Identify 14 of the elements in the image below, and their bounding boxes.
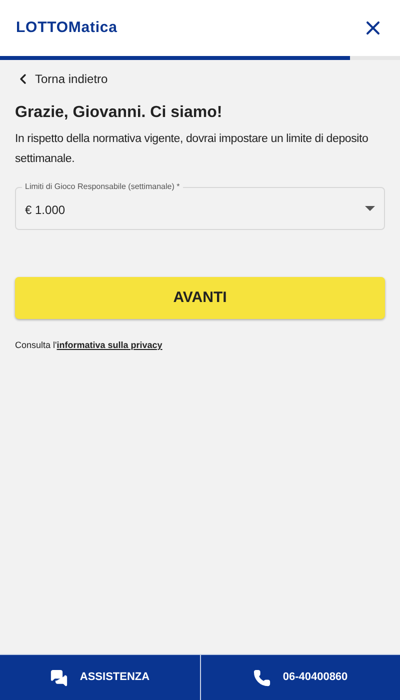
support-button[interactable]: ASSISTENZA [0, 655, 200, 700]
privacy-link[interactable]: informativa sulla privacy [56, 340, 162, 350]
back-link[interactable]: Torna indietro [15, 70, 385, 88]
chat-icon [50, 668, 68, 686]
continue-button[interactable]: AVANTI [15, 277, 385, 319]
select-label: Limiti di Gioco Responsabile (settimanale) * [22, 181, 183, 193]
select-value: € 1.000 [25, 202, 66, 218]
privacy-text: Consulta l'informativa sulla privacy [15, 339, 164, 352]
phone-icon [252, 668, 271, 686]
page-title: Grazie, Giovanni. Ci siamo! [15, 103, 224, 123]
phone-button[interactable]: 06-40400860 [200, 655, 400, 700]
description: In rispetto della normativa vigente, dovrai impostare un limite di deposito settimanale. [15, 132, 370, 167]
dropdown-caret-icon [365, 206, 375, 211]
logo: LOTTOMatica [16, 18, 118, 38]
